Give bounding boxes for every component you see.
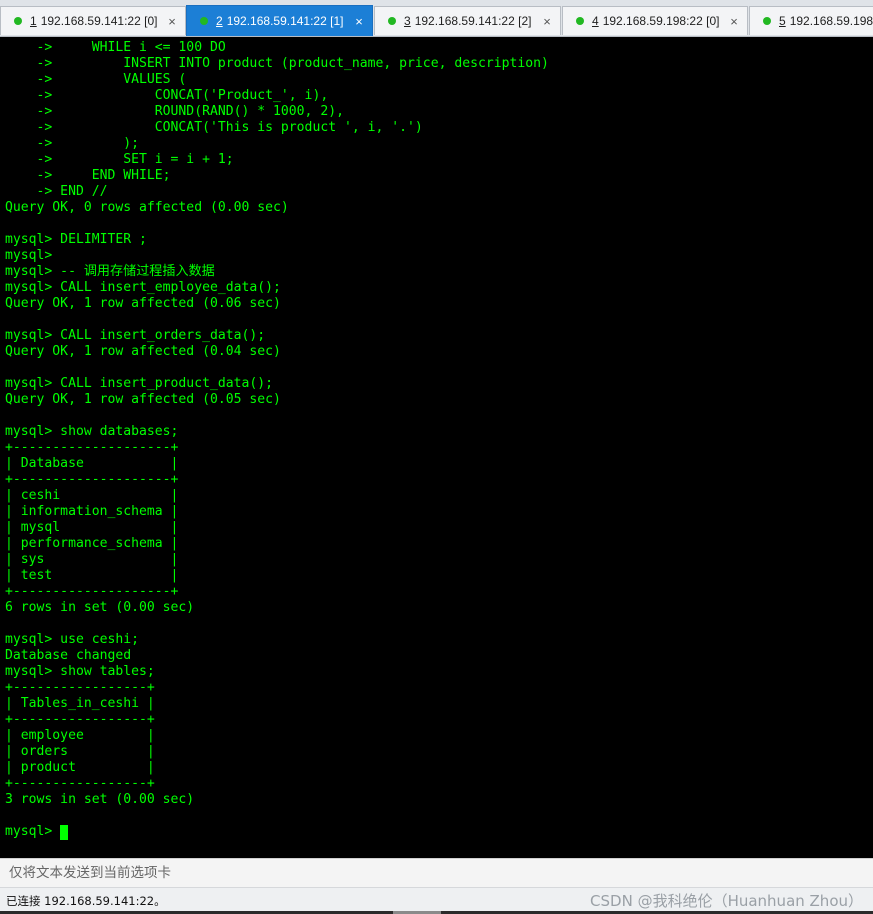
- close-icon[interactable]: ×: [538, 14, 556, 29]
- terminal-line: -> END WHILE;: [5, 168, 171, 183]
- csdn-watermark: CSDN @我科绝伦（Huanhuan Zhou）: [590, 892, 863, 910]
- terminal-line: | test |: [5, 568, 179, 583]
- terminal-line: | product |: [5, 760, 155, 775]
- status-bar: 已连接 192.168.59.141:22。 CSDN @我科绝伦（Huanhu…: [0, 887, 873, 914]
- terminal-line: -> INSERT INTO product (product_name, pr…: [5, 56, 549, 71]
- terminal-line: -> CONCAT('Product_', i),: [5, 88, 329, 103]
- terminal-line: +--------------------+: [5, 472, 179, 487]
- terminal-line: +-----------------+: [5, 712, 155, 727]
- tab-number: 3: [404, 14, 411, 28]
- terminal-line: | Tables_in_ceshi |: [5, 696, 155, 711]
- terminal-line: -> );: [5, 136, 140, 151]
- connection-status-text: 已连接 192.168.59.141:22。: [6, 894, 166, 908]
- terminal-line: Query OK, 1 row affected (0.04 sec): [5, 344, 281, 359]
- terminal-line: | Database |: [5, 456, 179, 471]
- connected-status-dot-icon: [14, 17, 22, 25]
- connected-status-dot-icon: [200, 17, 208, 25]
- terminal-app-window: 1 192.168.59.141:22 [0] × 2 192.168.59.1…: [0, 0, 873, 914]
- tab-label: 192.168.59.141:22 [0]: [40, 14, 158, 28]
- terminal-line: | information_schema |: [5, 504, 179, 519]
- terminal-line: mysql> use ceshi;: [5, 632, 140, 647]
- terminal-line: -> ROUND(RAND() * 1000, 2),: [5, 104, 344, 119]
- terminal-line: -> END //: [5, 184, 108, 199]
- close-icon[interactable]: ×: [163, 14, 181, 29]
- terminal-line: mysql> CALL insert_employee_data();: [5, 280, 281, 295]
- tab-label: 192.168.59.141:22 [2]: [414, 14, 532, 28]
- terminal-line: mysql> DELIMITER ;: [5, 232, 147, 247]
- terminal-line: -> VALUES (: [5, 72, 187, 87]
- terminal-line: +-----------------+: [5, 680, 155, 695]
- terminal-line: -> WHILE i <= 100 DO: [5, 40, 226, 55]
- prompt-text: mysql>: [5, 824, 61, 839]
- terminal-line: | sys |: [5, 552, 179, 567]
- terminal-output[interactable]: -> WHILE i <= 100 DO -> INSERT INTO prod…: [0, 37, 873, 858]
- tab-label: 192.168.59.198:2: [789, 14, 873, 28]
- terminal-lines: -> WHILE i <= 100 DO -> INSERT INTO prod…: [5, 40, 549, 840]
- terminal-line: | mysql |: [5, 520, 179, 535]
- session-tab-bar: 1 192.168.59.141:22 [0] × 2 192.168.59.1…: [0, 0, 873, 37]
- session-tab-5[interactable]: 5 192.168.59.198:2: [749, 6, 873, 35]
- text-cursor: [60, 824, 69, 840]
- session-tab-3[interactable]: 3 192.168.59.141:22 [2] ×: [374, 6, 561, 35]
- terminal-line: | ceshi |: [5, 488, 179, 503]
- terminal-line: +-----------------+: [5, 776, 155, 791]
- terminal-line: +--------------------+: [5, 440, 179, 455]
- terminal-line: mysql> CALL insert_product_data();: [5, 376, 274, 391]
- session-tab-4[interactable]: 4 192.168.59.198:22 [0] ×: [562, 6, 748, 35]
- terminal-line: mysql>: [5, 248, 53, 263]
- terminal-line: Query OK, 0 rows affected (0.00 sec): [5, 200, 289, 215]
- terminal-line: +--------------------+: [5, 584, 179, 599]
- mysql-prompt-line[interactable]: mysql>: [5, 824, 549, 840]
- terminal-line: -> CONCAT('This is product ', i, '.'): [5, 120, 423, 135]
- terminal-line: Database changed: [5, 648, 132, 663]
- terminal-line: mysql> -- 调用存储过程插入数据: [5, 264, 215, 279]
- terminal-line: Query OK, 1 row affected (0.05 sec): [5, 392, 281, 407]
- terminal-line: | employee |: [5, 728, 155, 743]
- send-text-input[interactable]: [0, 859, 873, 887]
- session-tab-1[interactable]: 1 192.168.59.141:22 [0] ×: [0, 6, 186, 35]
- terminal-line: mysql> show databases;: [5, 424, 179, 439]
- terminal-line: mysql> show tables;: [5, 664, 155, 679]
- connected-status-dot-icon: [763, 17, 771, 25]
- tab-number: 4: [592, 14, 599, 28]
- tab-label: 192.168.59.141:22 [1]: [226, 14, 344, 28]
- terminal-line: mysql> CALL insert_orders_data();: [5, 328, 266, 343]
- terminal-line: 3 rows in set (0.00 sec): [5, 792, 195, 807]
- send-text-bar: [0, 858, 873, 887]
- terminal-line: 6 rows in set (0.00 sec): [5, 600, 195, 615]
- connected-status-dot-icon: [388, 17, 396, 25]
- connected-status-dot-icon: [576, 17, 584, 25]
- close-icon[interactable]: ×: [350, 14, 368, 29]
- tab-number: 1: [30, 14, 37, 28]
- tab-number: 5: [779, 14, 786, 28]
- session-tab-2[interactable]: 2 192.168.59.141:22 [1] ×: [186, 5, 373, 36]
- tab-number: 2: [216, 14, 223, 28]
- terminal-line: Query OK, 1 row affected (0.06 sec): [5, 296, 281, 311]
- terminal-line: | performance_schema |: [5, 536, 179, 551]
- terminal-line: | orders |: [5, 744, 155, 759]
- close-icon[interactable]: ×: [725, 14, 743, 29]
- terminal-line: -> SET i = i + 1;: [5, 152, 234, 167]
- tab-label: 192.168.59.198:22 [0]: [602, 14, 720, 28]
